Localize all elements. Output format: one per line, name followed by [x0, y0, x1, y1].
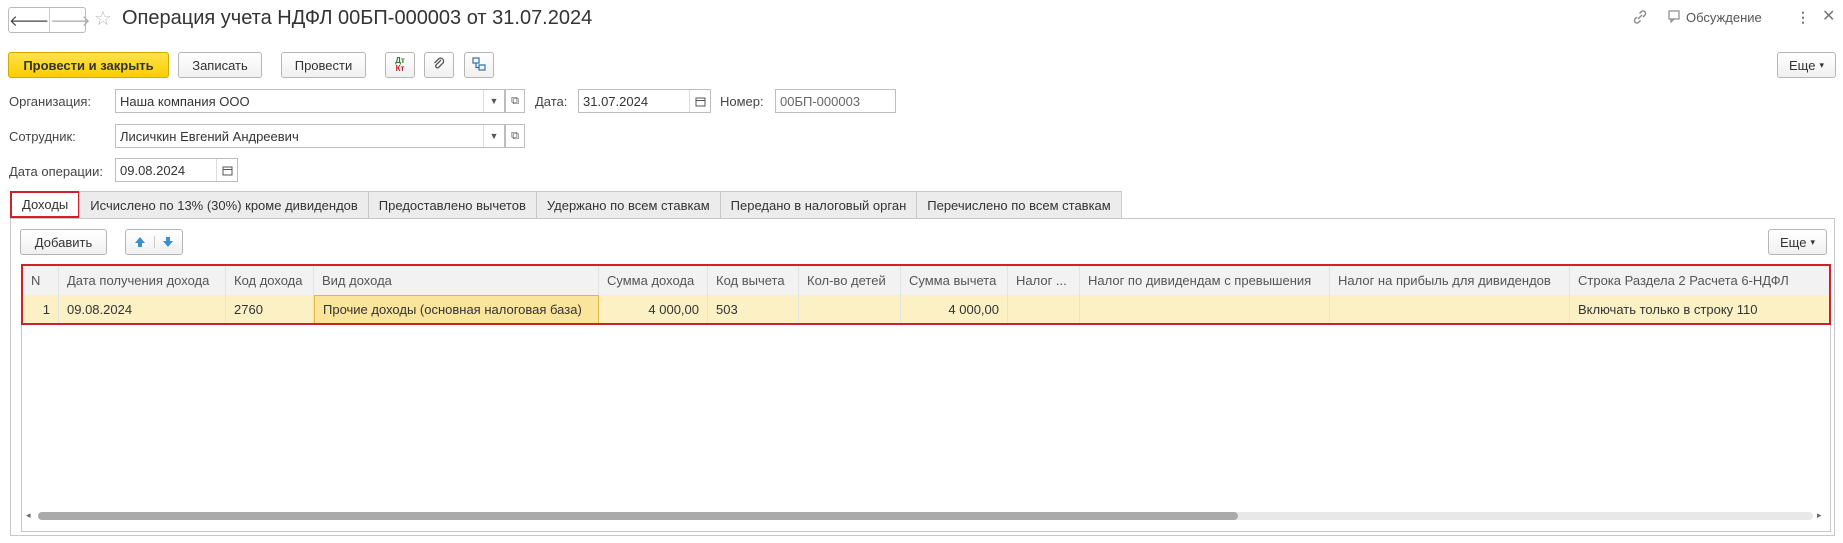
scroll-right-icon[interactable]: ▸: [1817, 510, 1822, 521]
highlight-frame: [21, 264, 1831, 325]
open-employee-button[interactable]: ⧉: [505, 124, 525, 148]
date-value: 31.07.2024: [583, 93, 649, 109]
tab-deductions[interactable]: Предоставлено вычетов: [367, 191, 537, 218]
discussion-label: Обсуждение: [1686, 10, 1762, 25]
tab-calculated-13[interactable]: Исчислено по 13% (30%) кроме дивидендов: [79, 191, 369, 218]
attach-button[interactable]: [424, 52, 454, 78]
operation-date-label: Дата операции:: [9, 164, 103, 179]
paperclip-icon: [432, 57, 446, 74]
close-icon[interactable]: ✕: [1822, 6, 1835, 26]
organization-label: Организация:: [9, 94, 92, 109]
add-button[interactable]: Добавить: [20, 229, 107, 255]
kt-label: Кт: [395, 64, 405, 73]
save-button[interactable]: Записать: [178, 52, 262, 78]
document-structure-icon: [472, 56, 486, 74]
favorite-star-icon[interactable]: ☆: [94, 6, 112, 31]
date-label: Дата:: [535, 94, 568, 109]
chevron-down-icon[interactable]: ▼: [483, 90, 504, 112]
operation-date-field[interactable]: 09.08.2024: [115, 158, 238, 182]
post-and-close-button[interactable]: Провести и закрыть: [8, 52, 169, 78]
chevron-down-icon: ▾: [1819, 59, 1824, 70]
employee-field[interactable]: Лисичкин Евгений Андреевич ▼: [115, 124, 505, 148]
arrow-up-icon[interactable]: [126, 236, 155, 248]
organization-value: Наша компания ООО: [120, 93, 250, 109]
nav-buttons: 🡐 🡒: [8, 7, 90, 33]
table-more-label: Еще: [1780, 234, 1807, 250]
back-arrow-icon[interactable]: 🡐: [9, 8, 49, 32]
number-value: 00БП-000003: [780, 93, 861, 109]
scroll-left-icon[interactable]: ◂: [26, 510, 31, 521]
operation-date-value: 09.08.2024: [120, 162, 186, 178]
tab-paid-all-rates[interactable]: Перечислено по всем ставкам: [916, 191, 1122, 218]
calendar-icon[interactable]: [216, 159, 237, 181]
structure-button[interactable]: [464, 52, 494, 78]
organization-field[interactable]: Наша компания ООО ▼: [115, 89, 505, 113]
tab-withheld[interactable]: Удержано по всем ставкам: [535, 191, 721, 218]
move-buttons: [125, 229, 183, 255]
open-organization-button[interactable]: ⧉: [505, 89, 525, 113]
calendar-icon[interactable]: [689, 90, 710, 112]
forward-arrow-icon[interactable]: 🡒: [49, 8, 90, 32]
tab-bar: Доходы Исчислено по 13% (30%) кроме диви…: [10, 191, 1122, 218]
more-label: Еще: [1789, 57, 1816, 73]
number-label: Номер:: [720, 94, 764, 109]
table-more-button[interactable]: Еще ▾: [1768, 229, 1827, 255]
chevron-down-icon[interactable]: ▼: [483, 125, 504, 147]
employee-label: Сотрудник:: [9, 129, 76, 144]
date-field[interactable]: 31.07.2024: [578, 89, 711, 113]
page-title: Операция учета НДФЛ 00БП-000003 от 31.07…: [122, 7, 593, 29]
chevron-down-icon: ▾: [1810, 236, 1815, 247]
employee-value: Лисичкин Евгений Андреевич: [120, 128, 299, 144]
discussion-button[interactable]: Обсуждение: [1668, 9, 1762, 26]
post-button[interactable]: Провести: [281, 52, 366, 78]
dt-kt-button[interactable]: Дт Кт: [385, 52, 415, 78]
discussion-icon: [1668, 9, 1682, 26]
scrollbar-thumb[interactable]: [38, 512, 1238, 520]
tab-transferred-tax-office[interactable]: Передано в налоговый орган: [719, 191, 918, 218]
tab-income[interactable]: Доходы: [10, 191, 81, 218]
arrow-down-icon[interactable]: [155, 236, 183, 248]
link-icon[interactable]: [1632, 9, 1648, 28]
more-vertical-icon[interactable]: ⋮: [1796, 9, 1810, 26]
more-button[interactable]: Еще ▾: [1777, 52, 1836, 78]
number-field[interactable]: 00БП-000003: [775, 89, 896, 113]
